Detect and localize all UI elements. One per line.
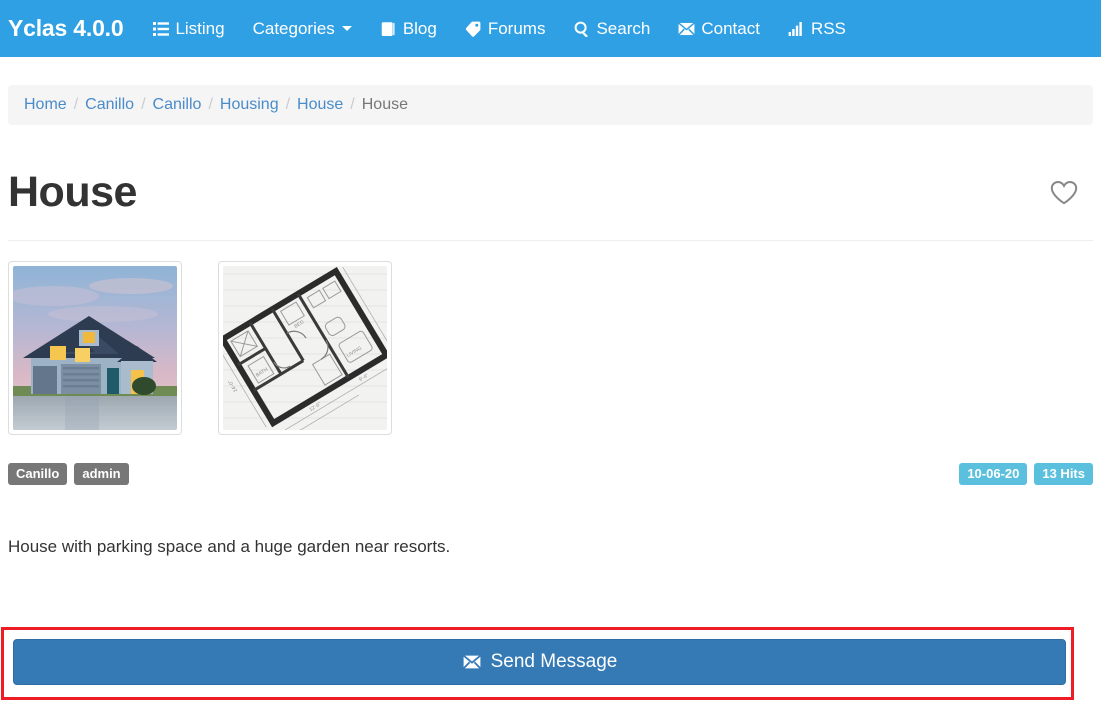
- send-message-label: Send Message: [490, 651, 618, 672]
- heart-outline-icon: [1050, 180, 1078, 206]
- nav-menu: Listing Categories Blog Forums Search Co…: [138, 0, 859, 57]
- nav-item-search[interactable]: Search: [559, 0, 664, 57]
- top-navbar: Yclas 4.0.0 Listing Categories Blog Foru…: [0, 0, 1101, 57]
- date-badge: 10-06-20: [959, 463, 1028, 486]
- location-badge[interactable]: Canillo: [8, 463, 68, 486]
- nav-item-listing[interactable]: Listing: [138, 0, 238, 57]
- nav-item-contact[interactable]: Contact: [664, 0, 774, 57]
- hits-badge: 13 Hits: [1034, 463, 1093, 486]
- listing-header: House: [8, 168, 1093, 216]
- image-gallery: 12'-6" 9'-4" 24'-0" BED BATH LIVING: [8, 261, 1093, 436]
- breadcrumb-separator: /: [350, 96, 355, 113]
- breadcrumb-item-home[interactable]: Home: [24, 96, 67, 114]
- gallery-thumbnail-1[interactable]: [8, 261, 182, 436]
- nav-item-categories[interactable]: Categories: [239, 0, 366, 57]
- breadcrumb-item-housing[interactable]: Housing: [220, 96, 279, 114]
- nav-item-blog[interactable]: Blog: [366, 0, 451, 57]
- envelope-icon: [462, 654, 482, 670]
- nav-item-label: Forums: [487, 18, 546, 38]
- search-icon: [573, 20, 590, 37]
- nav-item-label: RSS: [810, 18, 846, 38]
- brand-logo[interactable]: Yclas 4.0.0: [0, 0, 138, 57]
- chevron-down-icon: [341, 26, 352, 31]
- breadcrumb-item-canillo-2[interactable]: Canillo: [153, 96, 202, 114]
- nav-item-label: Search: [596, 18, 651, 38]
- breadcrumb-separator: /: [285, 96, 291, 113]
- action-highlight-box: Send Message: [1, 627, 1074, 700]
- page-title: House: [8, 168, 137, 216]
- author-badge[interactable]: admin: [74, 463, 129, 486]
- nav-item-label: Categories: [252, 18, 335, 38]
- list-ul-icon: [152, 20, 169, 37]
- signal-bars-icon: [788, 20, 805, 37]
- breadcrumb-item-canillo[interactable]: Canillo: [85, 96, 134, 114]
- breadcrumb: Home / Canillo / Canillo / Housing / Hou…: [8, 85, 1093, 125]
- send-message-button[interactable]: Send Message: [13, 639, 1066, 685]
- breadcrumb-item-current: House: [361, 96, 408, 113]
- nav-item-rss[interactable]: RSS: [774, 0, 860, 57]
- breadcrumb-separator: /: [208, 96, 213, 113]
- favorite-button[interactable]: [1047, 176, 1081, 210]
- nav-item-label: Listing: [175, 18, 225, 38]
- meta-badges-right: 10-06-20 13 Hits: [952, 463, 1093, 486]
- title-divider: [8, 240, 1093, 242]
- nav-item-label: Contact: [701, 18, 760, 38]
- listing-description: House with parking space and a huge gard…: [8, 537, 451, 557]
- gallery-thumbnail-2[interactable]: 12'-6" 9'-4" 24'-0" BED BATH LIVING: [218, 261, 392, 436]
- meta-badges-row: Canillo admin 10-06-20 13 Hits: [8, 463, 1093, 486]
- page-container: Home / Canillo / Canillo / Housing / Hou…: [0, 57, 1101, 700]
- book-icon: [380, 20, 397, 37]
- nav-item-label: Blog: [402, 18, 437, 38]
- tag-icon: [465, 20, 482, 37]
- envelope-icon: [678, 20, 696, 37]
- nav-item-forums[interactable]: Forums: [451, 0, 560, 57]
- floor-plan-blueprint: 12'-6" 9'-4" 24'-0" BED BATH LIVING: [223, 266, 387, 431]
- house-exterior-photo: [13, 266, 177, 431]
- meta-badges-left: Canillo admin: [8, 463, 136, 486]
- breadcrumb-separator: /: [73, 96, 79, 113]
- breadcrumb-separator: /: [141, 96, 146, 113]
- breadcrumb-item-house[interactable]: House: [297, 96, 343, 114]
